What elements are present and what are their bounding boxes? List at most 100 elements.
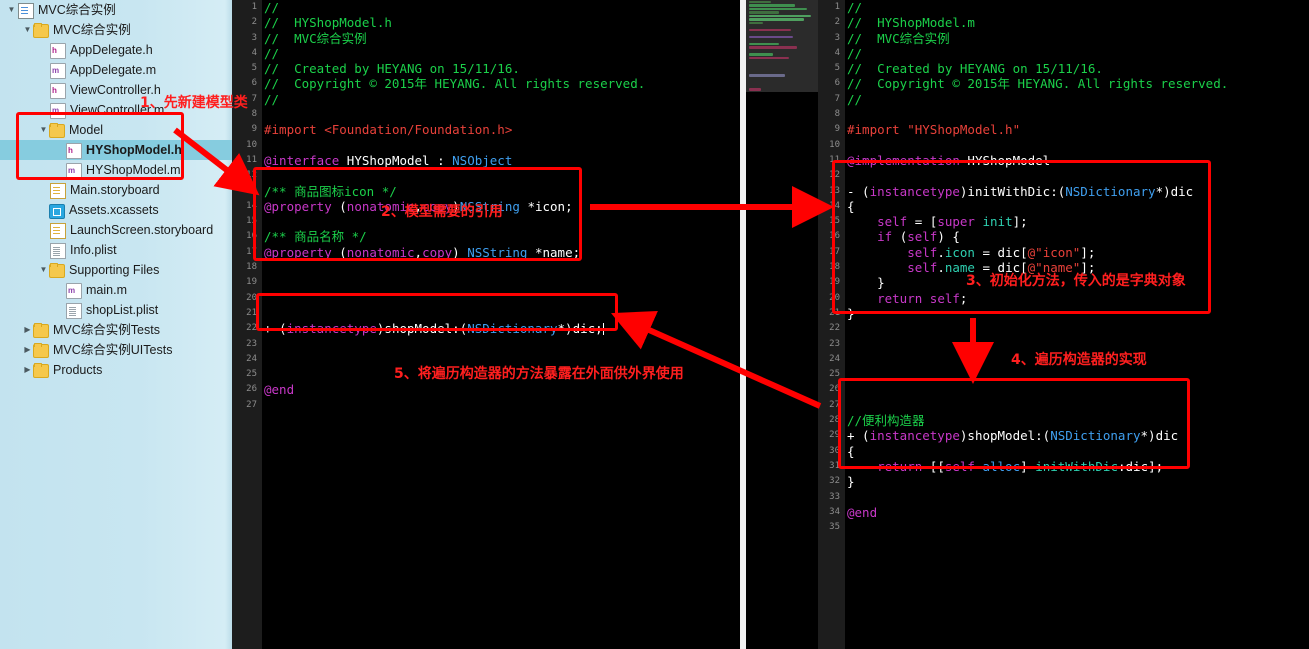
sidebar-item-products[interactable]: ▶ Products xyxy=(0,360,232,380)
right-editor-code-line[interactable]: //便利构造器 xyxy=(847,413,1309,428)
sidebar-item-label: LaunchScreen.storyboard xyxy=(70,223,214,237)
right-editor-code-line[interactable]: { xyxy=(847,199,1309,214)
sidebar-item-mvctests[interactable]: ▶ MVC综合实例Tests xyxy=(0,320,232,340)
right-editor-code-line[interactable]: @implementation HYShopModel xyxy=(847,153,1309,168)
right-editor-code-line[interactable]: // xyxy=(847,0,1309,15)
right-editor-code-line[interactable]: self.icon = dic[@"icon"]; xyxy=(847,245,1309,260)
sidebar-item-label: Main.storyboard xyxy=(70,183,160,197)
left-editor-code-line[interactable] xyxy=(264,138,740,153)
right-editor-code-line[interactable]: self = [super init]; xyxy=(847,214,1309,229)
left-editor-code-line[interactable]: // MVC综合实例 xyxy=(264,31,740,46)
sidebar-item-main.storyboard[interactable]: · Main.storyboard xyxy=(0,180,232,200)
right-editor-line-number: 18 xyxy=(829,262,840,273)
code-token: *)dic xyxy=(1155,183,1194,199)
right-editor-code-line[interactable]: // Copyright © 2015年 HEYANG. All rights … xyxy=(847,76,1309,91)
disclosure-expanded-icon[interactable]: ▼ xyxy=(22,20,33,40)
left-editor-code-line[interactable] xyxy=(264,398,740,413)
sidebar-item-launchscreen.storyboard[interactable]: · LaunchScreen.storyboard xyxy=(0,220,232,240)
right-editor-line-number: 15 xyxy=(829,216,840,227)
right-editor-code-line[interactable]: { xyxy=(847,444,1309,459)
disclosure-collapsed-icon[interactable]: ▶ xyxy=(22,360,33,380)
left-editor-code-line[interactable] xyxy=(264,275,740,290)
right-editor-line-number: 33 xyxy=(829,491,840,502)
left-editor-code-line[interactable]: // Copyright © 2015年 HEYANG. All rights … xyxy=(264,76,740,91)
sidebar-item-appdelegate.m[interactable]: ·m AppDelegate.m xyxy=(0,60,232,80)
sidebar-item-model[interactable]: ▼ Model xyxy=(0,120,232,140)
left-editor-code-line[interactable] xyxy=(264,291,740,306)
right-editor-code-line[interactable]: // HYShopModel.m xyxy=(847,15,1309,30)
left-editor-code-line[interactable]: @interface HYShopModel : NSObject xyxy=(264,153,740,168)
disclosure-spacer: · xyxy=(54,280,65,300)
right-editor-line-number: 35 xyxy=(829,522,840,533)
right-editor-code-line[interactable]: return self; xyxy=(847,291,1309,306)
disclosure-collapsed-icon[interactable]: ▶ xyxy=(22,340,33,360)
right-editor-code-line[interactable]: #import "HYShopModel.h" xyxy=(847,122,1309,137)
code-token: + ( xyxy=(264,321,287,337)
right-editor-code-line[interactable]: - (instancetype)initWithDic:(NSDictionar… xyxy=(847,184,1309,199)
left-editor-code-line[interactable]: /** 商品图标icon */ xyxy=(264,184,740,199)
disclosure-expanded-icon[interactable]: ▼ xyxy=(6,0,17,20)
code-token: ; xyxy=(959,290,968,306)
sidebar-item-mvc[interactable]: ▼ MVC综合实例 xyxy=(0,20,232,40)
right-editor-code-line[interactable] xyxy=(847,107,1309,122)
disclosure-expanded-icon[interactable]: ▼ xyxy=(38,120,49,140)
right-editor-code-line[interactable] xyxy=(847,398,1309,413)
right-editor-code-line[interactable] xyxy=(847,168,1309,183)
right-editor-code-line[interactable] xyxy=(847,520,1309,535)
folder-icon xyxy=(33,363,49,378)
left-editor-code[interactable]: //// HYShopModel.h// MVC综合实例//// Created… xyxy=(264,0,740,649)
right-editor-code-line[interactable]: // MVC综合实例 xyxy=(847,31,1309,46)
right-editor-code-line[interactable] xyxy=(847,138,1309,153)
left-editor-code-line[interactable] xyxy=(264,107,740,122)
sidebar-item-hyshopmodel.m[interactable]: ·m HYShopModel.m xyxy=(0,160,232,180)
left-editor-line-number: 15 xyxy=(246,216,257,227)
right-editor-code-line[interactable]: // xyxy=(847,46,1309,61)
right-editor-code-line[interactable]: } xyxy=(847,306,1309,321)
sidebar-item-supportingfiles[interactable]: ▼ Supporting Files xyxy=(0,260,232,280)
right-editor-code[interactable]: //// HYShopModel.m// MVC综合实例//// Created… xyxy=(847,0,1309,649)
left-editor-code-line[interactable]: @end xyxy=(264,382,740,397)
right-editor-code-line[interactable]: @end xyxy=(847,505,1309,520)
code-token: ] xyxy=(1020,458,1036,474)
sidebar-item-assets.xcassets[interactable]: · Assets.xcassets xyxy=(0,200,232,220)
left-editor-code-line[interactable]: + (instancetype)shopModel:(NSDictionary*… xyxy=(264,321,740,336)
left-editor-code-line[interactable] xyxy=(264,306,740,321)
sidebar-item-main.m[interactable]: ·m main.m xyxy=(0,280,232,300)
project-file-tree[interactable]: ▼MVC综合实例▼MVC综合实例·hAppDelegate.h·mAppDele… xyxy=(0,0,232,380)
minimap-code-row xyxy=(749,46,797,49)
sidebar-item-mvcuitests[interactable]: ▶ MVC综合实例UITests xyxy=(0,340,232,360)
left-editor-code-line[interactable]: #import <Foundation/Foundation.h> xyxy=(264,122,740,137)
code-token: )initWithDic:( xyxy=(959,183,1066,199)
code-minimap[interactable] xyxy=(746,0,818,92)
right-editor-code-line[interactable]: + (instancetype)shopModel:(NSDictionary*… xyxy=(847,428,1309,443)
right-editor-code-line[interactable] xyxy=(847,367,1309,382)
left-editor-code-line[interactable]: // xyxy=(264,92,740,107)
left-editor-code-line[interactable] xyxy=(264,260,740,275)
disclosure-collapsed-icon[interactable]: ▶ xyxy=(22,320,33,340)
left-editor-code-line[interactable]: // Created by HEYANG on 15/11/16. xyxy=(264,61,740,76)
right-editor-code-line[interactable]: if (self) { xyxy=(847,229,1309,244)
left-editor-code-line[interactable]: // xyxy=(264,0,740,15)
right-editor-code-line[interactable]: } xyxy=(847,474,1309,489)
disclosure-expanded-icon[interactable]: ▼ xyxy=(38,260,49,280)
right-editor-code-line[interactable] xyxy=(847,382,1309,397)
sidebar-item-info.plist[interactable]: · Info.plist xyxy=(0,240,232,260)
right-editor-code-line[interactable]: // xyxy=(847,92,1309,107)
sidebar-item-shoplist.plist[interactable]: · shopList.plist xyxy=(0,300,232,320)
right-editor-code-line[interactable] xyxy=(847,490,1309,505)
left-editor-code-line[interactable]: // xyxy=(264,46,740,61)
left-editor-code-line[interactable] xyxy=(264,337,740,352)
sidebar-item-appdelegate.h[interactable]: ·h AppDelegate.h xyxy=(0,40,232,60)
header-file-icon: h xyxy=(66,142,82,159)
left-editor-code-line[interactable]: // HYShopModel.h xyxy=(264,15,740,30)
right-editor-code-line[interactable]: // Created by HEYANG on 15/11/16. xyxy=(847,61,1309,76)
left-editor-code-line[interactable]: @property (nonatomic,copy) NSString *nam… xyxy=(264,245,740,260)
right-editor-code-line[interactable] xyxy=(847,321,1309,336)
left-editor-code-line[interactable]: /** 商品名称 */ xyxy=(264,229,740,244)
right-editor-code-line[interactable]: return [[self alloc] initWithDic:dic]; xyxy=(847,459,1309,474)
code-token: if xyxy=(877,229,893,245)
sidebar-item-hyshopmodel.h[interactable]: ·h HYShopModel.h xyxy=(0,140,232,160)
right-editor-line-number: 17 xyxy=(829,246,840,257)
sidebar-item-mvc[interactable]: ▼ MVC综合实例 xyxy=(0,0,232,20)
left-editor-code-line[interactable] xyxy=(264,168,740,183)
